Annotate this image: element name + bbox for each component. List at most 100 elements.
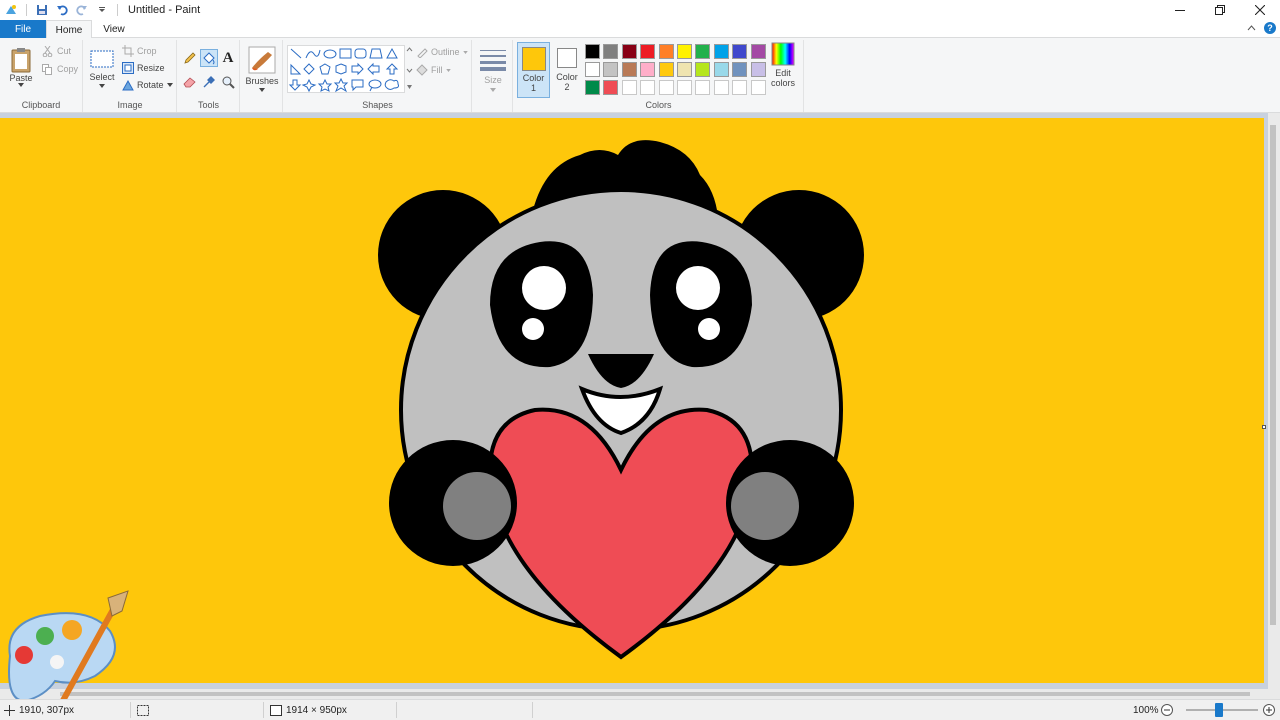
tab-file[interactable]: File: [0, 20, 46, 38]
vertical-scroll-thumb[interactable]: [1270, 125, 1276, 625]
chevron-down-icon: [490, 88, 496, 92]
palette-color-swatch[interactable]: [603, 80, 619, 95]
zoom-in-button[interactable]: [1263, 700, 1275, 720]
shapes-gallery-scroll[interactable]: [406, 45, 413, 93]
horizontal-scrollbar[interactable]: [0, 689, 1268, 699]
paste-button[interactable]: Paste: [6, 42, 36, 92]
ribbon-controls: ?: [1247, 22, 1276, 34]
pencil-tool[interactable]: [182, 50, 198, 66]
palette-color-swatch[interactable]: [677, 62, 692, 77]
copy-button[interactable]: Copy: [42, 62, 78, 76]
palette-color-swatch[interactable]: [640, 62, 656, 77]
color1-selector[interactable]: Color 1: [517, 42, 550, 98]
palette-empty-slot[interactable]: [695, 80, 711, 95]
palette-color-swatch[interactable]: [750, 62, 766, 77]
fill-dropdown[interactable]: Fill: [416, 63, 451, 77]
palette-color-swatch[interactable]: [658, 62, 674, 77]
crop-button[interactable]: Crop: [122, 44, 157, 58]
resize-icon: [122, 62, 134, 74]
size-button[interactable]: Size: [477, 44, 509, 96]
panda-right-eye-sparkle: [698, 318, 720, 340]
edit-colors-button[interactable]: Edit colors: [768, 42, 798, 98]
copy-label: Copy: [57, 64, 79, 74]
brushes-button[interactable]: Brushes: [243, 43, 281, 95]
panda-right-paw-pad: [731, 472, 799, 540]
color2-selector[interactable]: Color 2: [552, 42, 582, 98]
close-button[interactable]: [1240, 0, 1280, 20]
palette-color-swatch[interactable]: [658, 44, 674, 59]
outline-dropdown[interactable]: Outline: [416, 45, 468, 59]
shapes-gallery[interactable]: [287, 45, 405, 93]
color-picker-tool[interactable]: [201, 74, 217, 90]
fill-tool[interactable]: [200, 49, 218, 67]
tools-group-label: Tools: [197, 100, 219, 110]
text-tool[interactable]: A: [220, 50, 236, 66]
palette-color-swatch[interactable]: [603, 44, 619, 59]
save-icon[interactable]: [35, 3, 49, 17]
canvas-resize-handle[interactable]: [1262, 425, 1266, 429]
palette-color-swatch[interactable]: [695, 62, 711, 77]
palette-color-swatch[interactable]: [640, 44, 656, 59]
palette-color-swatch[interactable]: [732, 44, 748, 59]
resize-button[interactable]: Resize: [122, 61, 165, 75]
zoom-level-text: 100%: [1133, 704, 1159, 716]
palette-color-swatch[interactable]: [732, 62, 748, 77]
pencil-icon: [184, 52, 196, 64]
palette-empty-slot[interactable]: [732, 80, 748, 95]
customize-qat-icon[interactable]: [95, 3, 109, 17]
palette-color-swatch[interactable]: [677, 44, 692, 59]
vertical-scrollbar[interactable]: [1268, 113, 1280, 699]
chevron-down-icon: [99, 84, 105, 88]
rotate-button[interactable]: Rotate: [122, 78, 173, 92]
image-size: 1914 × 950px: [270, 700, 347, 720]
palette-color-swatch[interactable]: [585, 44, 600, 59]
paint-app-icon[interactable]: [4, 3, 18, 17]
select-button[interactable]: Select: [88, 44, 116, 94]
cut-button[interactable]: Cut: [42, 44, 71, 58]
magnifier-tool[interactable]: [220, 74, 236, 90]
palette-empty-slot[interactable]: [640, 80, 656, 95]
tab-view[interactable]: View: [92, 20, 136, 38]
paint-bucket-icon: [203, 52, 215, 65]
chevron-down-icon: [18, 83, 24, 87]
tab-home[interactable]: Home: [46, 20, 92, 39]
redo-icon[interactable]: [75, 3, 89, 17]
crop-icon: [122, 45, 134, 57]
brushes-label: Brushes: [245, 76, 279, 86]
zoom-out-button[interactable]: [1161, 700, 1173, 720]
palette-color-swatch[interactable]: [713, 62, 729, 77]
palette-color-swatch[interactable]: [713, 44, 729, 59]
panda-left-paw-pad: [443, 472, 511, 540]
palette-color-swatch[interactable]: [603, 62, 619, 77]
window-controls: [1160, 0, 1280, 20]
collapse-ribbon-icon[interactable]: [1247, 22, 1256, 34]
palette-empty-slot[interactable]: [677, 80, 692, 95]
gallery-scroll-icon: [406, 47, 413, 89]
palette-color-swatch[interactable]: [750, 44, 766, 59]
brushes-group: Brushes: [241, 40, 283, 112]
qat-divider: [26, 4, 27, 16]
zoom-slider-thumb[interactable]: [1215, 703, 1223, 717]
scissors-icon: [42, 45, 53, 57]
palette-color-swatch[interactable]: [585, 62, 600, 77]
undo-icon[interactable]: [55, 3, 69, 17]
palette-color-swatch[interactable]: [621, 44, 637, 59]
clipboard-group-label: Clipboard: [21, 100, 61, 110]
palette-empty-slot[interactable]: [750, 80, 766, 95]
minimize-button[interactable]: [1160, 0, 1200, 20]
color-palette: [585, 44, 769, 98]
palette-empty-slot[interactable]: [713, 80, 729, 95]
outline-icon: [417, 48, 428, 58]
palette-color-swatch[interactable]: [585, 80, 600, 95]
drawing-canvas[interactable]: [0, 118, 1264, 683]
restore-button[interactable]: [1200, 0, 1240, 20]
palette-empty-slot[interactable]: [621, 80, 637, 95]
chevron-down-icon: [166, 83, 173, 87]
help-icon[interactable]: ?: [1264, 22, 1276, 34]
palette-empty-slot[interactable]: [658, 80, 674, 95]
horizontal-scroll-thumb[interactable]: [60, 692, 1250, 696]
palette-color-swatch[interactable]: [695, 44, 711, 59]
eraser-tool[interactable]: [182, 74, 198, 90]
palette-color-swatch[interactable]: [621, 62, 637, 77]
ribbon: Paste Cut Copy Clipboard Select Crop Res…: [0, 38, 1280, 113]
